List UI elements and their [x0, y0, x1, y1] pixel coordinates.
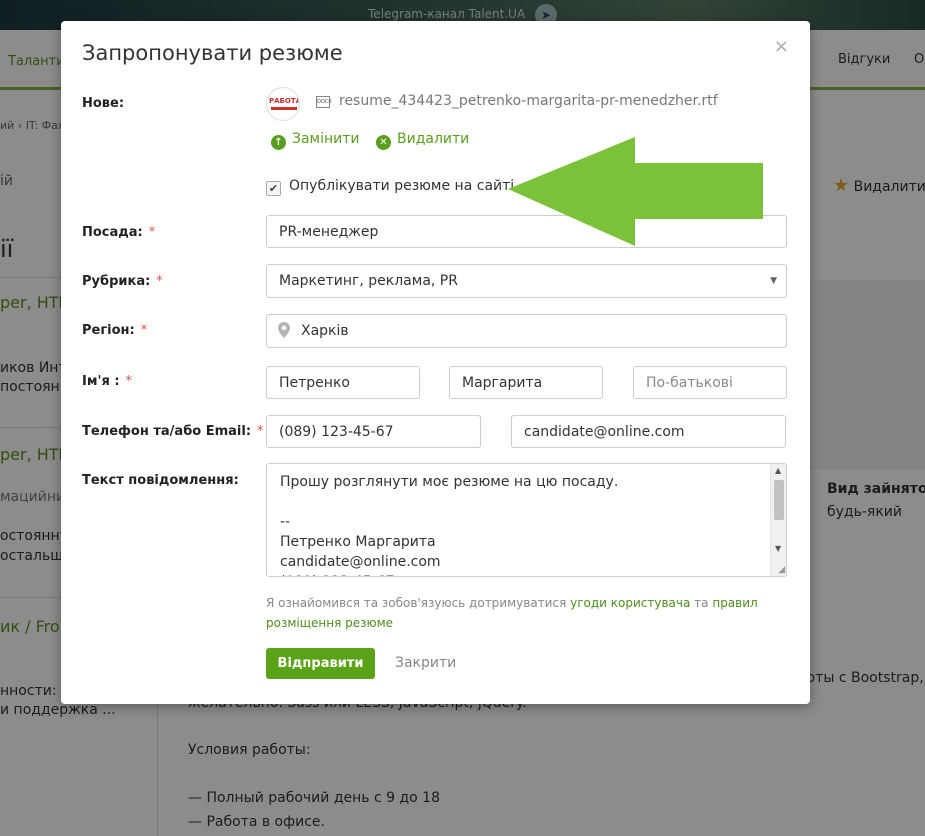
close-icon[interactable]: × [774, 36, 789, 57]
delete-label: Видалити [397, 131, 470, 147]
contact-label: Телефон та/або Email: * [82, 424, 264, 439]
last-name-input[interactable] [266, 366, 420, 399]
upload-icon: ↑ [271, 135, 286, 150]
region-input[interactable]: Харків [266, 314, 787, 348]
close-button[interactable]: Закрити [395, 655, 456, 671]
message-textarea[interactable]: Прошу розглянути моє резюме на цю посаду… [266, 463, 787, 577]
category-label: Рубрика: * [82, 274, 163, 289]
category-select[interactable]: Маркетинг, реклама, PR ▼ [266, 264, 787, 298]
remove-icon: ✕ [376, 135, 391, 150]
modal-title: Запропонувати резюме [82, 41, 343, 65]
chevron-down-icon: ▼ [770, 276, 777, 286]
publish-label: Опублікувати резюме на сайті [289, 178, 515, 194]
user-agreement-link[interactable]: угоди користувача [570, 596, 690, 610]
delete-file-button[interactable]: ✕ Видалити [376, 131, 469, 150]
location-pin-icon [278, 322, 290, 338]
document-icon: DOCX [316, 96, 332, 108]
resume-modal: Запропонувати резюме × Нове: РАБОТА DOCX… [61, 21, 810, 704]
region-value: Харків [301, 323, 349, 339]
publish-checkbox-row[interactable]: ✔ Опублікувати резюме на сайті [266, 178, 514, 196]
rabota-logo: РАБОТА [266, 87, 300, 121]
agreement-text: Я ознайомився та зобов'язуюсь дотримуват… [266, 593, 786, 633]
textarea-scrollbar[interactable]: ▲ ▼ [770, 464, 786, 576]
annotation-arrow-icon [508, 137, 763, 246]
agreement-prefix: Я ознайомився та зобов'язуюсь дотримуват… [266, 596, 567, 610]
send-button[interactable]: Відправити [266, 648, 375, 679]
message-label: Текст повідомлення: [82, 473, 239, 488]
scroll-down-icon[interactable]: ▼ [775, 544, 781, 553]
resize-grip-icon[interactable]: ◢ [778, 565, 785, 575]
resume-file-name[interactable]: resume_434423_petrenko-margarita-pr-mene… [339, 93, 718, 109]
position-label: Посада: * [82, 225, 156, 240]
new-label: Нове: [82, 96, 125, 111]
scroll-thumb[interactable] [774, 480, 784, 520]
phone-input[interactable] [266, 415, 481, 448]
agreement-and: та [694, 596, 709, 610]
message-text: Прошу розглянути моє резюме на цю посаду… [280, 474, 619, 576]
first-name-input[interactable] [449, 366, 603, 399]
replace-button[interactable]: ↑ Замінити [271, 131, 360, 150]
publish-checkbox[interactable]: ✔ [266, 181, 281, 196]
name-label: Ім'я : * [82, 374, 133, 389]
patronymic-input[interactable] [633, 366, 787, 399]
category-value: Маркетинг, реклама, PR [279, 273, 458, 289]
region-label: Регіон: * [82, 323, 148, 338]
email-input[interactable] [511, 415, 786, 448]
replace-label: Замінити [292, 131, 360, 147]
scroll-up-icon[interactable]: ▲ [775, 466, 781, 475]
